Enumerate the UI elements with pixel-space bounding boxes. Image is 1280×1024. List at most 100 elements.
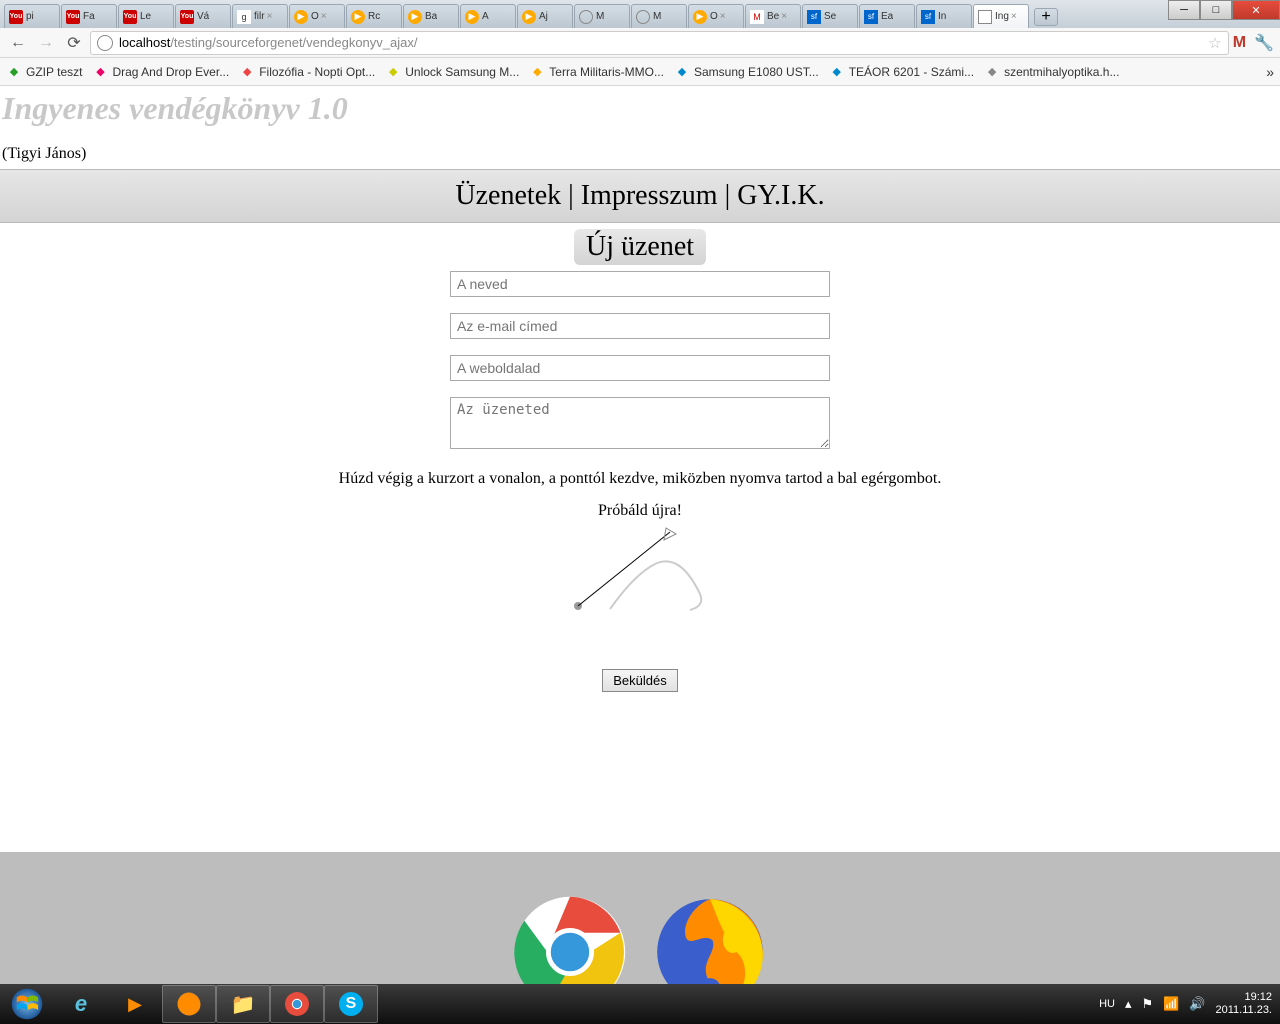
tray-flag-icon[interactable]: ⚑ — [1141, 996, 1153, 1012]
bookmark-item[interactable]: ◆Samsung E1080 UST... — [674, 64, 819, 80]
tab-label: In — [938, 11, 946, 22]
bookmark-favicon-icon: ◆ — [829, 64, 845, 80]
bookmark-item[interactable]: ◆Filozófia - Nopti Opt... — [239, 64, 375, 80]
address-bar[interactable]: localhost/testing/sourceforgenet/vendegk… — [90, 31, 1229, 55]
menu-messages[interactable]: Üzenetek — [455, 180, 561, 211]
page-scroll[interactable]: Ingyenes vendégkönyv 1.0 (Tigyi János) Ü… — [0, 86, 1280, 984]
page-top-menu: Üzenetek | Impresszum | GY.I.K. — [0, 169, 1280, 223]
browser-nav-bar: ← → ⟳ localhost/testing/sourceforgenet/v… — [0, 28, 1280, 58]
url-path: /testing/sourceforgenet/vendegkonyv_ajax… — [170, 35, 417, 50]
menu-faq[interactable]: GY.I.K. — [737, 180, 824, 211]
bookmark-label: TEÁOR 6201 - Számi... — [849, 65, 974, 79]
tab-label: O — [710, 11, 718, 22]
tab-favicon-icon: You — [180, 10, 194, 24]
browser-tab[interactable]: ▶O× — [289, 4, 345, 28]
browser-tab[interactable]: ▶O× — [688, 4, 744, 28]
tab-close-icon[interactable]: × — [1011, 11, 1017, 22]
taskbar-ie-icon[interactable]: e — [54, 985, 108, 1023]
captcha-retry-text: Próbáld újra! — [0, 502, 1280, 520]
bookmark-label: GZIP teszt — [26, 65, 82, 79]
browser-tab[interactable]: ▶Rc — [346, 4, 402, 28]
tab-favicon-icon: ▶ — [294, 10, 308, 24]
minimize-button[interactable]: ─ — [1168, 0, 1200, 20]
browser-tab[interactable]: YouFa — [61, 4, 117, 28]
tab-favicon-icon: You — [9, 10, 23, 24]
browser-tab[interactable]: Youpi — [4, 4, 60, 28]
browser-tab[interactable]: sfEa — [859, 4, 915, 28]
bookmark-item[interactable]: ◆ Unlock Samsung M... — [385, 64, 519, 80]
tab-close-icon[interactable]: × — [720, 11, 726, 22]
browser-tab[interactable]: YouLe — [118, 4, 174, 28]
browser-tab[interactable]: ▶Aj — [517, 4, 573, 28]
bookmark-favicon-icon: ◆ — [984, 64, 1000, 80]
submit-button[interactable]: Beküldés — [602, 669, 677, 692]
close-window-button[interactable]: ✕ — [1232, 0, 1280, 20]
bookmark-favicon-icon: ◆ — [6, 64, 22, 80]
browser-tab[interactable]: ▶Ba — [403, 4, 459, 28]
tray-network-icon[interactable]: 📶 — [1163, 996, 1179, 1012]
bookmark-item[interactable]: ◆ GZIP teszt — [6, 64, 82, 80]
url-host: localhost — [119, 35, 170, 50]
tab-favicon-icon: ▶ — [465, 10, 479, 24]
tab-close-icon[interactable]: × — [321, 11, 327, 22]
menu-impressum[interactable]: Impresszum — [581, 180, 718, 211]
bookmark-label: Unlock Samsung M... — [405, 65, 519, 79]
bookmark-star-icon[interactable]: ☆ — [1208, 34, 1221, 52]
start-button[interactable] — [0, 984, 54, 1024]
tray-volume-icon[interactable]: 🔊 — [1189, 996, 1205, 1012]
back-button[interactable]: ← — [6, 31, 30, 55]
taskbar-wmp-icon[interactable]: ▶ — [108, 985, 162, 1023]
tray-language[interactable]: HU — [1099, 998, 1115, 1010]
tab-label: A — [482, 11, 489, 22]
wrench-menu-icon[interactable]: 🔧 — [1254, 33, 1274, 53]
bookmark-item[interactable]: ◆ szentmihalyoptika.h... — [984, 64, 1119, 80]
message-textarea[interactable] — [450, 397, 830, 449]
tab-label: Se — [824, 11, 836, 22]
tab-close-icon[interactable]: × — [267, 11, 273, 22]
bookmark-label: Samsung E1080 UST... — [694, 65, 819, 79]
page-viewport: Ingyenes vendégkönyv 1.0 (Tigyi János) Ü… — [0, 86, 1280, 984]
taskbar-skype-icon[interactable]: S — [324, 985, 378, 1023]
taskbar-chrome-icon[interactable] — [270, 985, 324, 1023]
tab-label: M — [596, 11, 604, 22]
tray-clock[interactable]: 19:12 2011.11.23. — [1216, 991, 1272, 1017]
gmail-icon[interactable]: M — [1233, 34, 1246, 52]
maximize-button[interactable]: □ — [1200, 0, 1232, 20]
tab-label: Fa — [83, 11, 95, 22]
new-tab-button[interactable]: + — [1034, 8, 1058, 26]
browser-tab[interactable]: YouVá — [175, 4, 231, 28]
taskbar-explorer-icon[interactable]: 📁 — [216, 985, 270, 1023]
forward-button[interactable]: → — [34, 31, 58, 55]
captcha-trace-area[interactable] — [560, 524, 720, 629]
browser-tab[interactable]: MBe× — [745, 4, 801, 28]
browser-tab[interactable]: ▶A — [460, 4, 516, 28]
system-tray: HU ▴ ⚑ 📶 🔊 19:12 2011.11.23. — [1091, 991, 1280, 1017]
bookmark-item[interactable]: ◆Drag And Drop Ever... — [92, 64, 229, 80]
bookmark-item[interactable]: ◆ TEÁOR 6201 - Számi... — [829, 64, 974, 80]
taskbar-firefox-icon[interactable] — [162, 985, 216, 1023]
bookmark-label: szentmihalyoptika.h... — [1004, 65, 1119, 79]
email-input[interactable] — [450, 313, 830, 339]
tab-label: Le — [140, 11, 151, 22]
reload-button[interactable]: ⟳ — [62, 31, 86, 55]
tab-label: Ba — [425, 11, 437, 22]
browser-tab-strip: YoupiYouFaYouLeYouVágfilr×▶O×▶Rc▶Ba▶A▶Aj… — [0, 0, 1280, 28]
bookmark-item[interactable]: ◆Terra Militaris-MMO... — [529, 64, 664, 80]
tray-arrow-icon[interactable]: ▴ — [1125, 996, 1132, 1012]
tab-close-icon[interactable]: × — [781, 11, 787, 22]
bookmark-favicon-icon: ◆ — [385, 64, 401, 80]
browser-tab[interactable]: gfilr× — [232, 4, 288, 28]
browser-tab[interactable]: M — [574, 4, 630, 28]
bookmarks-overflow-button[interactable]: » — [1266, 64, 1274, 80]
tab-label: Be — [767, 11, 779, 22]
tab-favicon-icon: ▶ — [408, 10, 422, 24]
chrome-logo-icon — [510, 892, 630, 984]
browser-tab[interactable]: Ing× — [973, 4, 1029, 28]
bookmarks-bar: ◆ GZIP teszt ◆Drag And Drop Ever... ◆Filozó… — [0, 58, 1280, 86]
website-input[interactable] — [450, 355, 830, 381]
browser-tab[interactable]: M — [631, 4, 687, 28]
name-input[interactable] — [450, 271, 830, 297]
site-info-icon[interactable] — [97, 35, 113, 51]
browser-tab[interactable]: sfSe — [802, 4, 858, 28]
browser-tab[interactable]: sfIn — [916, 4, 972, 28]
